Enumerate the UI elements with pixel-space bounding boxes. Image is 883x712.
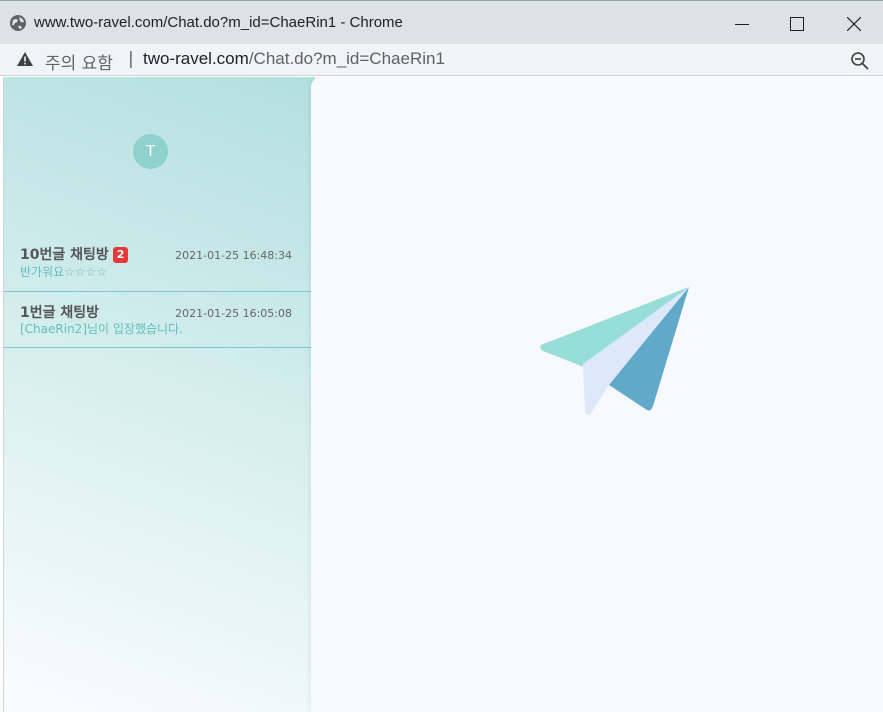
room-name: 10번글 채팅방: [20, 247, 109, 263]
maximize-icon: [790, 17, 804, 31]
address-separator: |: [128, 49, 134, 69]
url-host: two-ravel.com: [143, 49, 249, 68]
chat-room-item[interactable]: 1번글 채팅방 2021-01-25 16:05:08 [ChaeRin2]님이…: [4, 292, 312, 348]
paper-plane-icon: [540, 287, 689, 415]
room-last-message: [ChaeRin2]님이 입장했습니다.: [20, 322, 183, 336]
room-name-line: 10번글 채팅방 2: [20, 244, 129, 264]
url-path: /Chat.do?m_id=ChaeRin1: [248, 49, 445, 68]
chat-main-panel: [311, 77, 883, 712]
zoom-icon[interactable]: [850, 51, 870, 71]
page-content: T 10번글 채팅방 2 2021-01-25 16:48:34 반가워요☆☆☆☆…: [0, 77, 883, 712]
room-timestamp: 2021-01-25 16:05:08: [175, 307, 292, 320]
warning-icon[interactable]: [17, 52, 33, 66]
address-bar: 주의 요함 | two-ravel.com/Chat.do?m_id=ChaeR…: [0, 44, 883, 76]
avatar[interactable]: T: [133, 134, 168, 169]
close-icon: [847, 17, 861, 31]
close-button[interactable]: [839, 9, 869, 39]
url-text[interactable]: two-ravel.com/Chat.do?m_id=ChaeRin1: [143, 49, 445, 69]
room-last-message: 반가워요☆☆☆☆: [20, 265, 108, 279]
window-titlebar: www.two-ravel.com/Chat.do?m_id=ChaeRin1 …: [0, 0, 883, 44]
minimize-button[interactable]: [727, 9, 757, 39]
unread-badge: 2: [112, 247, 129, 263]
room-timestamp: 2021-01-25 16:48:34: [175, 249, 292, 262]
minimize-icon: [735, 24, 749, 25]
chat-room-sidebar: T 10번글 채팅방 2 2021-01-25 16:48:34 반가워요☆☆☆☆…: [3, 77, 315, 712]
globe-icon: [10, 15, 26, 31]
security-warning-text[interactable]: 주의 요함: [45, 49, 113, 74]
window-title: www.two-ravel.com/Chat.do?m_id=ChaeRin1 …: [34, 14, 403, 31]
maximize-button[interactable]: [782, 9, 812, 39]
chat-room-item[interactable]: 10번글 채팅방 2 2021-01-25 16:48:34 반가워요☆☆☆☆: [4, 236, 312, 292]
room-name: 1번글 채팅방: [20, 305, 100, 321]
